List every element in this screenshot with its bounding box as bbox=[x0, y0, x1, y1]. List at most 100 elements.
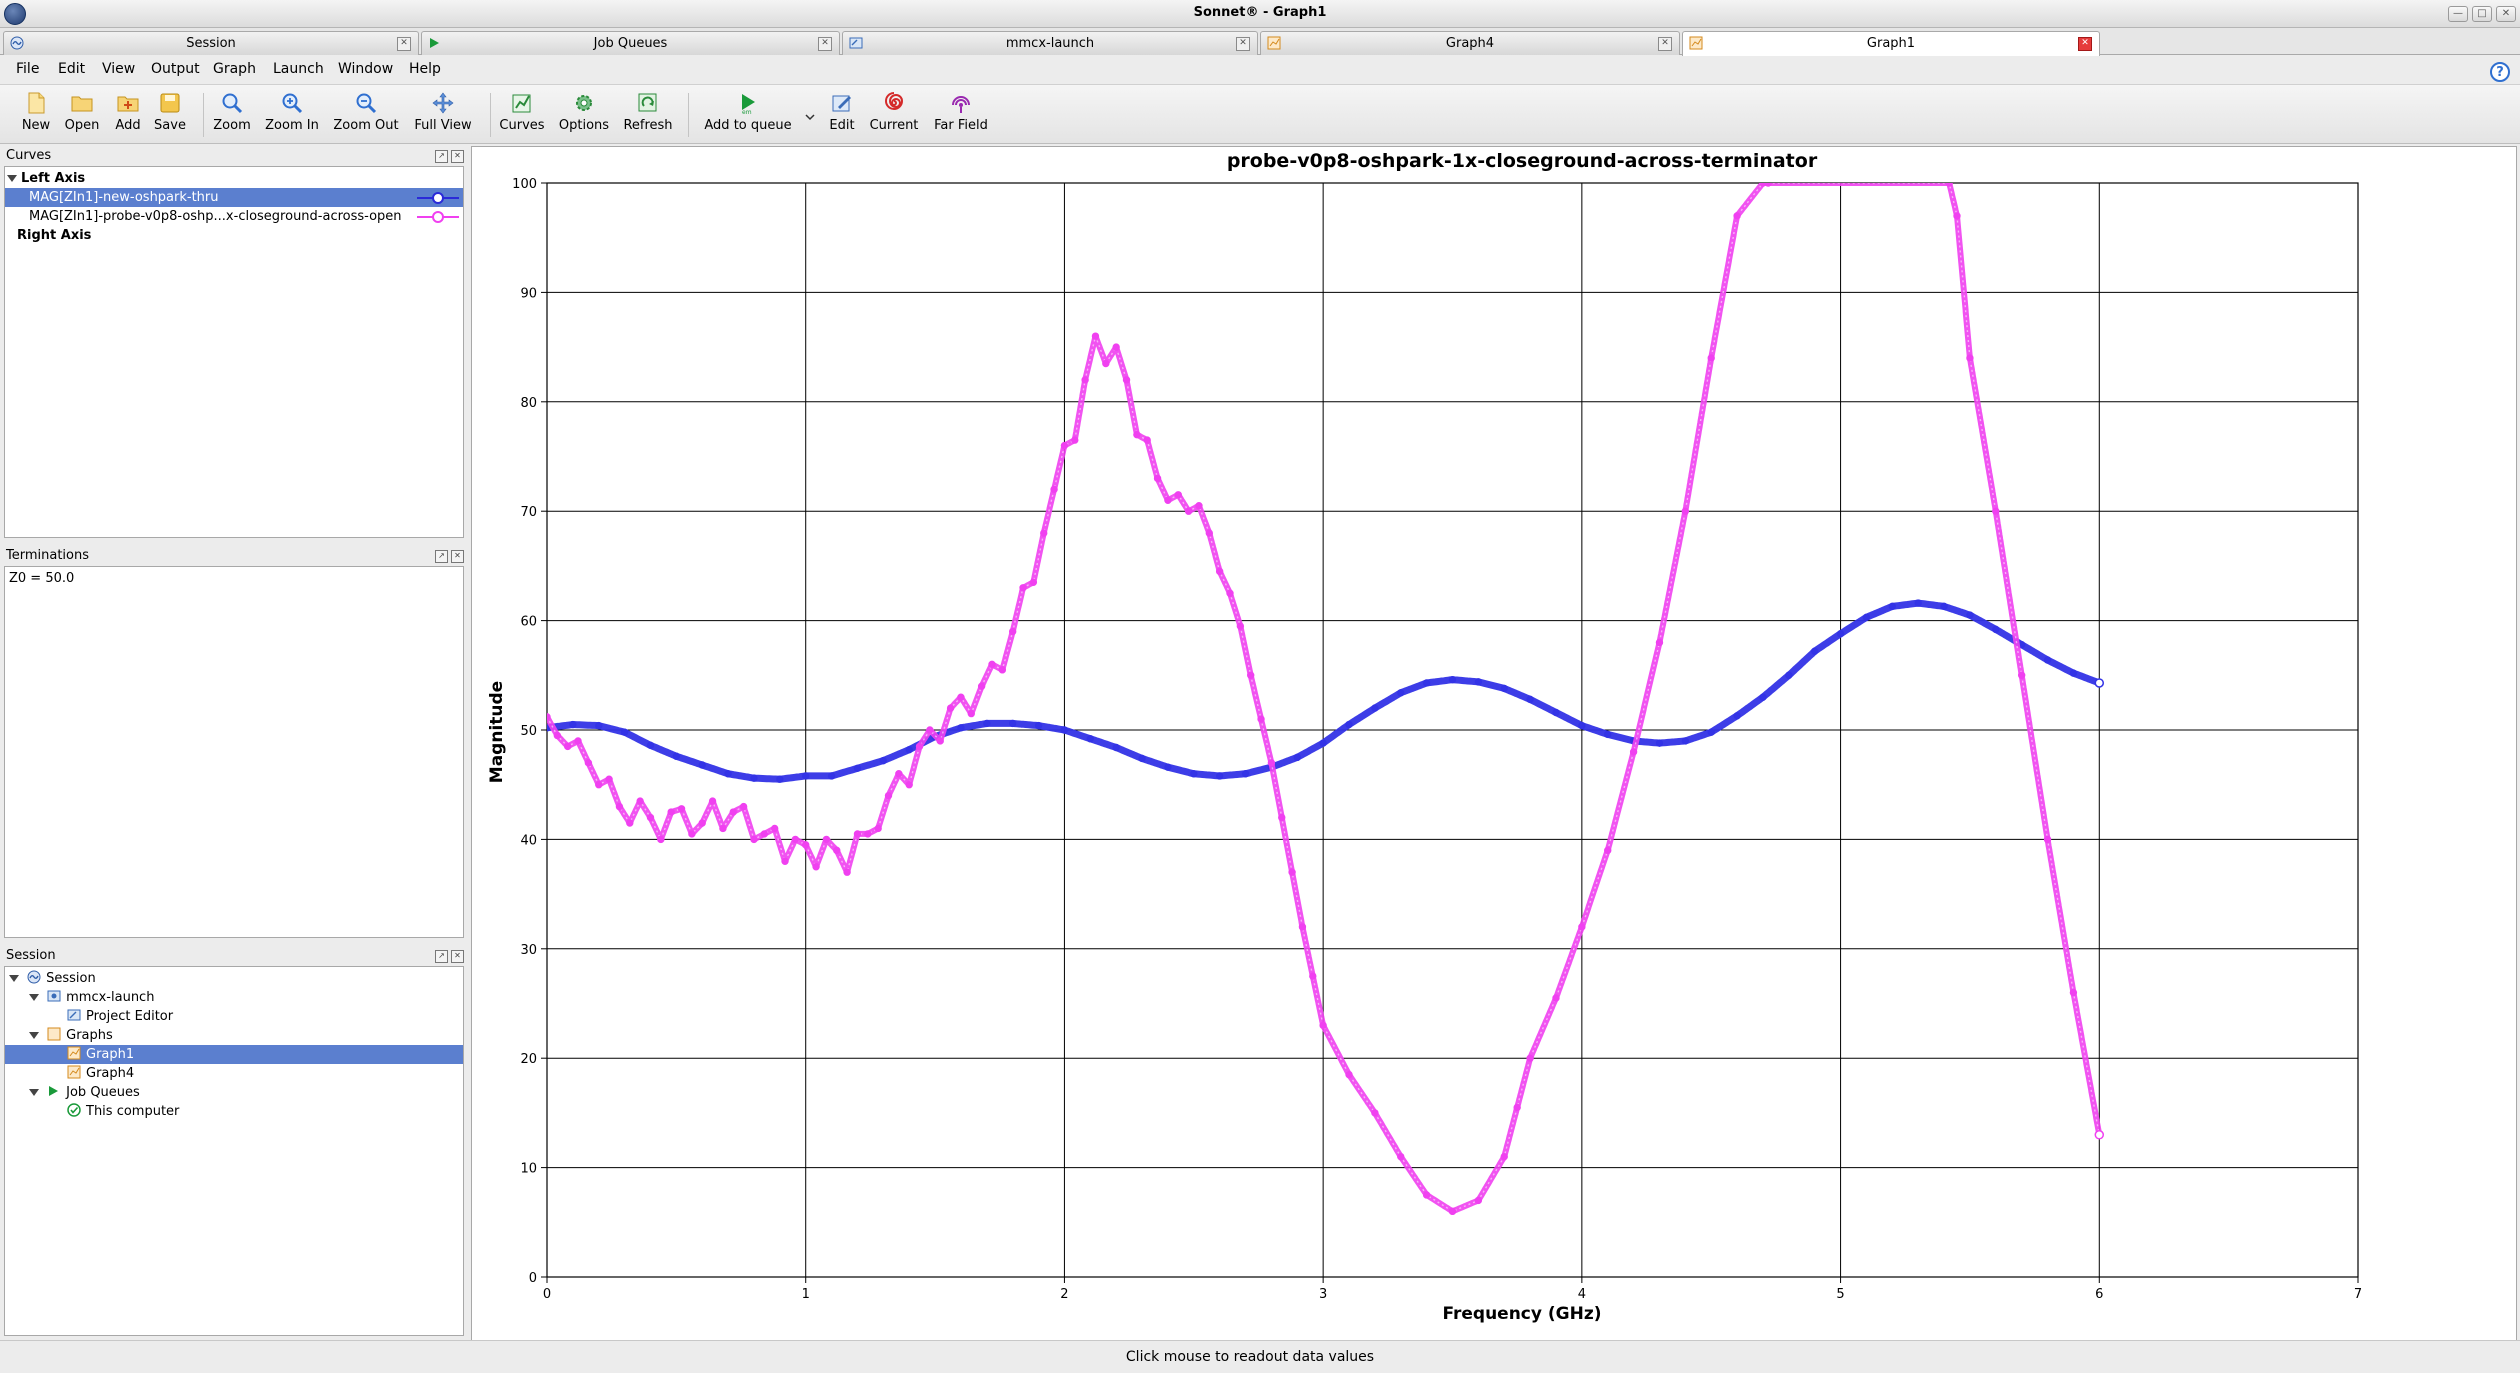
help-icon[interactable]: ? bbox=[2490, 62, 2510, 82]
maximize-button[interactable]: □ bbox=[2472, 6, 2492, 22]
tab-graph1[interactable]: Graph1 ✕ bbox=[1682, 31, 2100, 56]
tab-job-queues[interactable]: Job Queues ✕ bbox=[421, 31, 840, 55]
data-point bbox=[1138, 754, 1146, 763]
data-point bbox=[1164, 763, 1172, 771]
menu-output[interactable]: Output bbox=[151, 61, 200, 77]
data-point bbox=[879, 756, 888, 765]
right-axis-node[interactable]: Right Axis bbox=[5, 226, 463, 245]
zoom-out-button[interactable]: Zoom Out bbox=[330, 91, 402, 133]
data-point bbox=[729, 808, 737, 816]
chevron-down-icon[interactable] bbox=[804, 111, 816, 123]
data-point bbox=[1071, 436, 1079, 444]
close-icon[interactable]: ✕ bbox=[1658, 37, 1672, 51]
expand-toggle-icon[interactable] bbox=[9, 975, 19, 982]
data-point bbox=[1086, 735, 1094, 743]
close-icon[interactable]: ✕ bbox=[397, 37, 411, 51]
add-to-queue-button[interactable]: em Add to queue bbox=[700, 91, 796, 133]
minimize-button[interactable]: — bbox=[2448, 6, 2468, 22]
menu-file[interactable]: File bbox=[16, 61, 39, 77]
full-view-button[interactable]: Full View bbox=[410, 91, 476, 133]
far-field-button[interactable]: Far Field bbox=[928, 91, 994, 133]
data-point bbox=[615, 802, 624, 811]
toolbar: New Open Add Save Zoom Zoom In Zoom Out … bbox=[0, 84, 2520, 144]
close-icon[interactable]: ✕ bbox=[2078, 37, 2092, 51]
x-tick-label: 2 bbox=[1060, 1287, 1068, 1302]
chart-canvas[interactable]: probe-v0p8-oshpark-1x-closeground-across… bbox=[472, 147, 2516, 1341]
data-point bbox=[574, 737, 582, 745]
close-window-button[interactable]: ✕ bbox=[2496, 6, 2516, 22]
data-point bbox=[605, 775, 613, 783]
menu-edit[interactable]: Edit bbox=[58, 61, 85, 77]
edit-button[interactable]: Edit bbox=[824, 91, 860, 133]
y-tick-label: 80 bbox=[520, 396, 537, 411]
data-point bbox=[802, 841, 810, 849]
curve-item[interactable]: MAG[ZIn1]-probe-v0p8-oshp...x-closegroun… bbox=[5, 207, 463, 226]
open-button[interactable]: Open bbox=[60, 91, 104, 133]
tab-graph4[interactable]: Graph4 ✕ bbox=[1260, 31, 1680, 55]
data-point bbox=[1604, 846, 1612, 855]
tab-mmcx-launch[interactable]: mmcx-launch ✕ bbox=[842, 31, 1258, 55]
data-point bbox=[822, 835, 831, 844]
close-icon[interactable]: ✕ bbox=[818, 37, 832, 51]
close-icon[interactable]: ✕ bbox=[451, 950, 464, 963]
tree-this-computer[interactable]: This computer bbox=[5, 1102, 463, 1121]
tree-project-editor[interactable]: Project Editor bbox=[5, 1007, 463, 1026]
data-point bbox=[1091, 332, 1100, 340]
close-icon[interactable]: ✕ bbox=[1236, 37, 1250, 51]
tree-job-queues[interactable]: Job Queues bbox=[5, 1083, 463, 1102]
data-point bbox=[1914, 599, 1922, 607]
add-button[interactable]: Add bbox=[110, 91, 146, 133]
close-icon[interactable]: ✕ bbox=[451, 150, 464, 163]
data-point bbox=[646, 813, 655, 822]
end-marker bbox=[2094, 678, 2105, 688]
close-icon[interactable]: ✕ bbox=[451, 550, 464, 563]
menu-launch[interactable]: Launch bbox=[273, 61, 324, 77]
expand-toggle-icon[interactable] bbox=[29, 994, 39, 1001]
current-button[interactable]: Current bbox=[866, 91, 922, 133]
far-field-icon bbox=[952, 96, 970, 113]
expand-toggle-icon[interactable] bbox=[29, 1032, 39, 1039]
toolbar-separator bbox=[490, 93, 491, 137]
add-to-queue-icon: em bbox=[742, 94, 755, 115]
data-point bbox=[719, 824, 727, 833]
current-spiral-icon bbox=[885, 92, 904, 110]
x-tick-label: 6 bbox=[2095, 1287, 2103, 1302]
zoom-button[interactable]: Zoom bbox=[212, 91, 252, 133]
expand-toggle-icon[interactable] bbox=[7, 175, 17, 182]
menu-help[interactable]: Help bbox=[409, 61, 441, 77]
curves-button[interactable]: Curves bbox=[498, 91, 546, 133]
menu-window[interactable]: Window bbox=[338, 61, 393, 77]
options-button[interactable]: Options bbox=[556, 91, 612, 133]
data-point bbox=[1448, 675, 1457, 684]
tree-graph4[interactable]: Graph4 bbox=[5, 1064, 463, 1083]
graph-view[interactable]: probe-v0p8-oshpark-1x-closeground-across… bbox=[471, 146, 2517, 1342]
tab-session[interactable]: Session ✕ bbox=[3, 31, 419, 55]
save-button[interactable]: Save bbox=[150, 91, 190, 133]
y-tick-label: 50 bbox=[520, 724, 537, 739]
tree-mmcx-launch[interactable]: mmcx-launch bbox=[5, 988, 463, 1007]
menu-graph[interactable]: Graph bbox=[213, 61, 256, 77]
project-editor-icon bbox=[67, 1009, 81, 1021]
z0-value: Z0 = 50.0 bbox=[9, 571, 75, 586]
curve-item[interactable]: MAG[ZIn1]-new-oshpark-thru bbox=[5, 188, 463, 207]
tree-session[interactable]: Session bbox=[5, 969, 463, 988]
refresh-button[interactable]: Refresh bbox=[620, 91, 676, 133]
data-point bbox=[1966, 354, 1974, 362]
menu-view[interactable]: View bbox=[102, 61, 135, 77]
data-point bbox=[1319, 1021, 1327, 1030]
data-point bbox=[1309, 972, 1317, 980]
new-button[interactable]: New bbox=[18, 91, 54, 133]
data-point bbox=[1029, 578, 1038, 587]
left-axis-node[interactable]: Left Axis bbox=[7, 169, 463, 188]
undock-icon[interactable]: ↗ bbox=[435, 550, 448, 563]
undock-icon[interactable]: ↗ bbox=[435, 150, 448, 163]
tree-graph1[interactable]: Graph1 bbox=[5, 1045, 463, 1064]
tree-graphs[interactable]: Graphs bbox=[5, 1026, 463, 1045]
expand-toggle-icon[interactable] bbox=[29, 1089, 39, 1096]
data-point bbox=[1008, 627, 1017, 636]
zoom-in-button[interactable]: Zoom In bbox=[262, 91, 322, 133]
data-point bbox=[1578, 721, 1586, 730]
undock-icon[interactable]: ↗ bbox=[435, 950, 448, 963]
blue-curve-swatch-icon bbox=[417, 192, 459, 204]
data-point bbox=[1888, 602, 1897, 611]
